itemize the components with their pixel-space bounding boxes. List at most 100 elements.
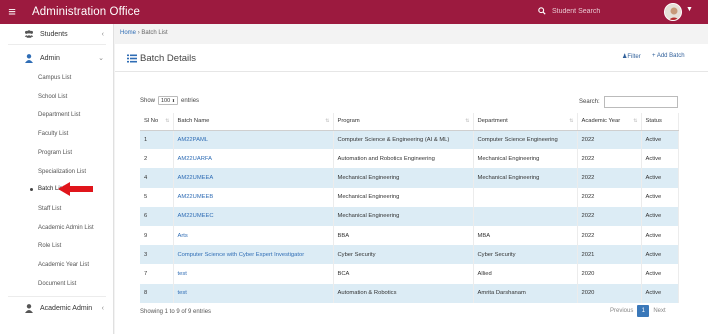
card-title: Batch Details	[127, 53, 196, 64]
hamburger-icon[interactable]: ≡	[0, 0, 24, 24]
sidebar-item-school-list[interactable]: School List	[38, 94, 67, 100]
cell-academic-year: 2022	[577, 130, 642, 150]
table-row[interactable]: 6 AM22UMEEC Mechanical Engineering 2022 …	[140, 206, 679, 226]
cell-batch-name-link[interactable]: test	[173, 264, 334, 284]
cell-program: Cyber Security	[333, 245, 474, 265]
cell-academic-year: 2020	[577, 264, 642, 284]
chevron-updown-icon: ⬍	[171, 98, 176, 103]
entries-select[interactable]: 100 ⬍	[158, 96, 179, 105]
avatar[interactable]	[664, 3, 682, 21]
cell-status: Active	[641, 149, 679, 169]
add-batch-button[interactable]: + Add Batch	[652, 53, 685, 59]
cell-academic-year: 2021	[577, 245, 642, 265]
table-row[interactable]: 4 AM22UMEEA Mechanical Engineering Mecha…	[140, 168, 679, 188]
batch-details-card: Batch Details ♟Filter + Add Batch Show 1…	[115, 44, 708, 334]
sidebar-item-role-list[interactable]: Role List	[38, 243, 61, 249]
column-header-sl-no[interactable]: Sl No ⇅	[140, 113, 174, 131]
cell-academic-year: 2022	[577, 168, 642, 188]
pagination: Previous 1 Next	[606, 305, 670, 317]
sidebar-section-label: Students	[40, 30, 68, 38]
sort-icon: ⇅	[165, 118, 170, 124]
table-row[interactable]: 5 AM22UMEEB Mechanical Engineering 2022 …	[140, 187, 679, 207]
cell-program: Mechanical Engineering	[333, 206, 474, 226]
cell-batch-name-link[interactable]: AM22UMEEC	[173, 206, 334, 226]
table-search: Search:	[579, 96, 678, 108]
sidebar-section-admin[interactable]: Admin ⌄	[0, 48, 114, 68]
sidebar-item-campus-list[interactable]: Campus List	[38, 75, 71, 81]
cell-sl-no: 2	[140, 149, 174, 169]
table-info: Showing 1 to 9 of 9 entries	[140, 309, 212, 315]
sort-icon: ⇅	[633, 118, 638, 124]
cell-department: Mechanical Engineering	[473, 168, 578, 188]
divider	[8, 296, 106, 297]
column-header-academic-year[interactable]: Academic Year ⇅	[577, 113, 642, 131]
chevron-left-icon: ‹	[101, 304, 104, 312]
column-header-department[interactable]: Department ⇅	[473, 113, 578, 131]
cell-academic-year: 2022	[577, 225, 642, 246]
show-entries: Show 100 ⬍ entries	[140, 96, 199, 105]
table-search-input[interactable]	[603, 96, 678, 108]
sidebar-item-specialization-list[interactable]: Specialization List	[38, 169, 86, 175]
student-search-input[interactable]	[552, 7, 632, 15]
cell-batch-name-link[interactable]: Computer Science with Cyber Expert Inves…	[173, 245, 334, 265]
pagination-next[interactable]: Next	[649, 305, 669, 317]
cell-academic-year: 2022	[577, 187, 642, 207]
student-search[interactable]	[536, 5, 632, 17]
sidebar-section-students[interactable]: Students ‹	[0, 24, 114, 44]
cell-batch-name-link[interactable]: test	[173, 283, 334, 303]
filter-button[interactable]: ♟Filter	[622, 53, 641, 60]
sidebar-item-faculty-list[interactable]: Faculty List	[38, 131, 68, 137]
pagination-previous[interactable]: Previous	[606, 305, 637, 317]
column-header-program[interactable]: Program ⇅	[333, 113, 474, 131]
cell-batch-name-link[interactable]: Arts	[173, 225, 334, 246]
sidebar-section-academic-admin[interactable]: Academic Admin ‹	[0, 298, 114, 318]
table-header-row: Sl No ⇅ Batch Name ⇅ Program ⇅ Department ⇅ …	[140, 113, 679, 131]
sidebar-item-academic-year-list[interactable]: Academic Year List	[38, 262, 89, 268]
sidebar-section-label: Admin	[40, 54, 60, 62]
table-row[interactable]: 7 test BCA Allied 2020 Active	[140, 264, 679, 284]
sidebar-item-program-list[interactable]: Program List	[38, 150, 72, 156]
table-row[interactable]: 3 Computer Science with Cyber Expert Inv…	[140, 245, 679, 265]
cell-status: Active	[641, 225, 679, 246]
cell-batch-name-link[interactable]: AM22UMEEA	[173, 168, 334, 188]
user-icon	[24, 303, 34, 313]
cell-status: Active	[641, 187, 679, 207]
filter-label: Filter	[627, 54, 641, 60]
cell-sl-no: 6	[140, 206, 174, 226]
sidebar-item-document-list[interactable]: Document List	[38, 281, 76, 287]
sidebar-item-department-list[interactable]: Department List	[38, 112, 80, 118]
sidebar-item-academic-admin-list[interactable]: Academic Admin List	[38, 225, 94, 231]
users-icon	[24, 29, 34, 39]
table-row[interactable]: 9 Arts BBA MBA 2022 Active	[140, 225, 679, 246]
cell-sl-no: 4	[140, 168, 174, 188]
cell-program: Automation & Robotics	[333, 283, 474, 303]
cell-status: Active	[641, 245, 679, 265]
sort-icon: ⇅	[465, 118, 470, 124]
divider	[115, 71, 708, 72]
table-row[interactable]: 2 AM22UARFA Automation and Robotics Engi…	[140, 149, 679, 169]
sidebar: Students ‹ Admin ⌄ Campus List School Li…	[0, 24, 114, 334]
cell-program: Mechanical Engineering	[333, 168, 474, 188]
cell-batch-name-link[interactable]: AM22UMEEB	[173, 187, 334, 207]
table-row[interactable]: 1 AM22PAML Computer Science & Engineerin…	[140, 130, 679, 150]
chevron-down-icon[interactable]: ▼	[686, 6, 693, 13]
sidebar-item-staff-list[interactable]: Staff List	[38, 206, 61, 212]
cell-batch-name-link[interactable]: AM22PAML	[173, 130, 334, 150]
cell-department: MBA	[473, 225, 578, 246]
user-icon	[24, 53, 34, 63]
cell-department	[473, 187, 578, 207]
column-header-batch-name[interactable]: Batch Name ⇅	[173, 113, 334, 131]
cell-status: Active	[641, 283, 679, 303]
chevron-down-icon: ⌄	[98, 55, 104, 62]
cell-academic-year: 2022	[577, 149, 642, 169]
cell-batch-name-link[interactable]: AM22UARFA	[173, 149, 334, 169]
breadcrumb-home[interactable]: Home	[120, 30, 136, 36]
pagination-page-1[interactable]: 1	[637, 305, 650, 317]
cell-program: BBA	[333, 225, 474, 246]
column-header-status[interactable]: Status	[641, 113, 679, 131]
table-row[interactable]: 8 test Automation & Robotics Amrita Dars…	[140, 283, 679, 303]
cell-sl-no: 3	[140, 245, 174, 265]
cell-department: Computer Science Engineering	[473, 130, 578, 150]
list-icon	[127, 54, 137, 63]
cell-sl-no: 5	[140, 187, 174, 207]
